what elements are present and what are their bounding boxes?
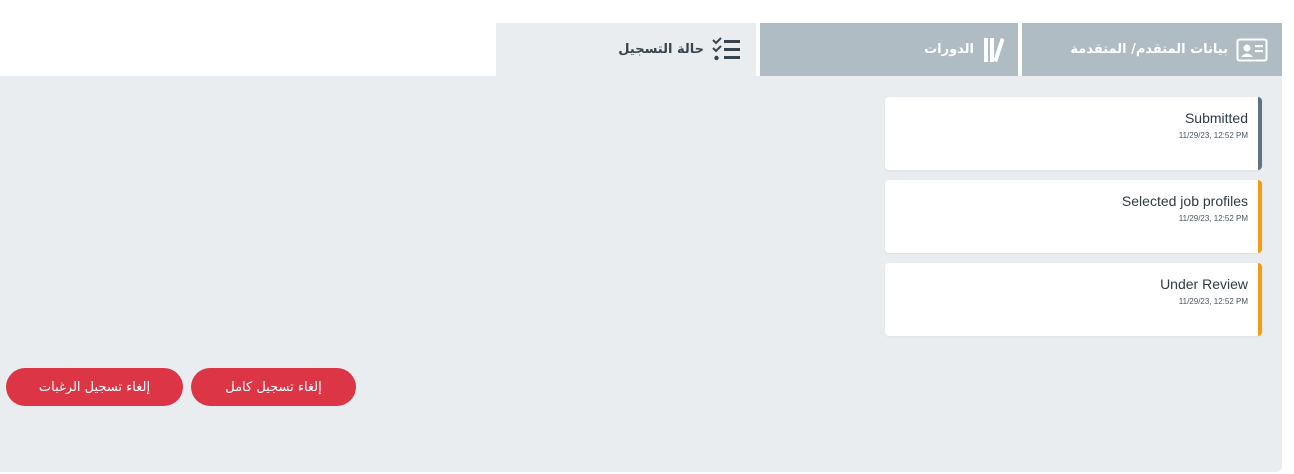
tab-courses[interactable]: الدورات [760, 23, 1018, 76]
books-icon [982, 37, 1004, 63]
status-timestamp: 11/29/23, 12:52 PM [1178, 297, 1248, 306]
status-timestamp: 11/29/23, 12:52 PM [1178, 131, 1248, 140]
status-timestamp: 11/29/23, 12:52 PM [1178, 214, 1248, 223]
status-title: Under Review [1160, 276, 1248, 292]
status-accent-bar [1258, 97, 1262, 170]
status-panel: Submitted 11/29/23, 12:52 PM Selected jo… [0, 76, 1282, 472]
status-card: Under Review 11/29/23, 12:52 PM [885, 263, 1262, 336]
status-card: Selected job profiles 11/29/23, 12:52 PM [885, 180, 1262, 253]
registration-status-view: بيانات المتقدم/ المتقدمة الدورات حالة ال… [0, 0, 1294, 474]
status-title: Selected job profiles [1121, 193, 1248, 209]
status-accent-bar [1258, 263, 1262, 336]
tab-label: بيانات المتقدم/ المتقدمة [1070, 42, 1228, 57]
tab-bar: بيانات المتقدم/ المتقدمة الدورات حالة ال… [496, 23, 1282, 76]
status-title: Submitted [1184, 110, 1248, 126]
cancel-preferences-registration-button[interactable]: إلغاء تسجيل الرغبات [6, 368, 183, 406]
checklist-icon [712, 36, 742, 63]
status-accent-bar [1258, 180, 1262, 253]
status-card: Submitted 11/29/23, 12:52 PM [885, 97, 1262, 170]
id-card-icon [1236, 38, 1268, 62]
cancel-full-registration-button[interactable]: إلغاء تسجيل كامل [191, 368, 356, 406]
tab-applicant-data[interactable]: بيانات المتقدم/ المتقدمة [1022, 23, 1282, 76]
tab-label: الدورات [924, 42, 974, 57]
tab-label: حالة التسجيل [618, 42, 704, 57]
tab-registration-status[interactable]: حالة التسجيل [496, 23, 756, 76]
